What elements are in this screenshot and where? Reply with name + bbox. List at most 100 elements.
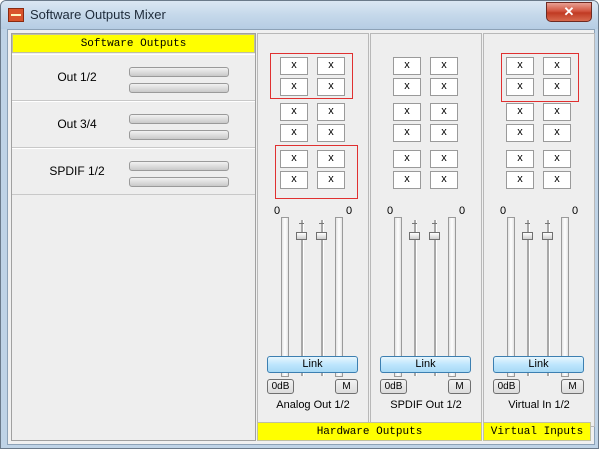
hardware-outputs-header: Hardware Outputs	[257, 422, 482, 441]
right-level-readout: 0	[346, 205, 353, 217]
mix-cell[interactable]: x	[317, 57, 345, 75]
mix-cell[interactable]: x	[393, 103, 421, 121]
fader-track-left	[527, 220, 530, 376]
title-bar[interactable]: Software Outputs Mixer ✕	[1, 1, 598, 29]
mix-cell[interactable]: x	[430, 171, 458, 189]
mix-cell[interactable]: x	[317, 124, 345, 142]
fader-tick	[412, 223, 417, 224]
mix-cell[interactable]: x	[543, 150, 571, 168]
left-level-meter	[281, 217, 289, 377]
virtual-inputs-header: Virtual Inputs	[483, 422, 591, 441]
app-icon	[8, 8, 24, 22]
mix-cell[interactable]: x	[430, 103, 458, 121]
mix-cell[interactable]: x	[280, 124, 308, 142]
fader-right[interactable]	[316, 232, 327, 240]
strip-spdif-out-1-2: x x x x x x x x x x x x 0 0 Link 0dB M S…	[370, 33, 482, 427]
output-label: Out 1/2	[57, 70, 97, 84]
mix-cell[interactable]: x	[430, 78, 458, 96]
mix-cell[interactable]: x	[543, 103, 571, 121]
fader-tick	[432, 223, 437, 224]
level-meter-left	[129, 114, 229, 124]
left-level-meter	[394, 217, 402, 377]
mix-cell[interactable]: x	[506, 103, 534, 121]
mix-cell[interactable]: x	[543, 124, 571, 142]
level-meter-left	[129, 161, 229, 171]
right-level-readout: 0	[572, 205, 579, 217]
mix-cell[interactable]: x	[280, 150, 308, 168]
mix-cell[interactable]: x	[393, 124, 421, 142]
fader-track-right	[321, 220, 324, 376]
fader-track-left	[414, 220, 417, 376]
mix-cell[interactable]: x	[393, 150, 421, 168]
mix-cell[interactable]: x	[317, 103, 345, 121]
mix-cell[interactable]: x	[430, 150, 458, 168]
mix-cell[interactable]: x	[280, 103, 308, 121]
mix-cell[interactable]: x	[506, 78, 534, 96]
link-button[interactable]: Link	[267, 356, 358, 373]
right-level-meter	[335, 217, 343, 377]
mix-cell[interactable]: x	[317, 150, 345, 168]
mute-button[interactable]: M	[335, 379, 358, 394]
close-button[interactable]: ✕	[546, 2, 592, 22]
mix-cell[interactable]: x	[506, 171, 534, 189]
left-level-meter	[507, 217, 515, 377]
client-area: Software Outputs Out 1/2 Out 3/4 SPDIF 1…	[7, 29, 595, 445]
right-level-meter	[448, 217, 456, 377]
left-level-readout: 0	[387, 205, 394, 217]
mix-cell[interactable]: x	[317, 78, 345, 96]
mixer-window: Software Outputs Mixer ✕ Software Output…	[0, 0, 599, 449]
mix-cell[interactable]: x	[280, 171, 308, 189]
mix-cell[interactable]: x	[430, 124, 458, 142]
window-title: Software Outputs Mixer	[30, 7, 166, 22]
left-level-readout: 0	[500, 205, 507, 217]
mix-cell[interactable]: x	[543, 171, 571, 189]
output-label: Out 3/4	[57, 117, 97, 131]
fader-tick	[525, 223, 530, 224]
link-button[interactable]: Link	[493, 356, 584, 373]
mix-cell[interactable]: x	[543, 78, 571, 96]
software-outputs-panel: Software Outputs Out 1/2 Out 3/4 SPDIF 1…	[11, 33, 256, 441]
strip-virtual-in-1-2: x x x x x x x x x x x x 0 0 Link 0dB M V…	[483, 33, 595, 427]
mix-cell[interactable]: x	[506, 150, 534, 168]
fader-left[interactable]	[296, 232, 307, 240]
mix-cell[interactable]: x	[430, 57, 458, 75]
level-meter-right	[129, 177, 229, 187]
link-button[interactable]: Link	[380, 356, 471, 373]
level-meter-right	[129, 83, 229, 93]
mix-cell[interactable]: x	[280, 78, 308, 96]
right-level-meter	[561, 217, 569, 377]
level-meter-right	[129, 130, 229, 140]
fader-tick	[299, 223, 304, 224]
output-row-out-1-2: Out 1/2	[12, 54, 255, 101]
0db-button[interactable]: 0dB	[493, 379, 520, 394]
mix-cell[interactable]: x	[506, 57, 534, 75]
strip-analog-out-1-2: x x x x x x x x x x x x 0 0 Link 0dB M A…	[257, 33, 369, 427]
mix-cell[interactable]: x	[393, 78, 421, 96]
mix-cell[interactable]: x	[543, 57, 571, 75]
left-level-readout: 0	[274, 205, 281, 217]
0db-button[interactable]: 0dB	[380, 379, 407, 394]
mix-cell[interactable]: x	[280, 57, 308, 75]
mix-cell[interactable]: x	[393, 57, 421, 75]
fader-tick	[545, 223, 550, 224]
mix-cell[interactable]: x	[317, 171, 345, 189]
strip-label: Virtual In 1/2	[508, 399, 570, 411]
fader-left[interactable]	[522, 232, 533, 240]
mix-cell[interactable]: x	[393, 171, 421, 189]
fader-left[interactable]	[409, 232, 420, 240]
mute-button[interactable]: M	[561, 379, 584, 394]
mute-button[interactable]: M	[448, 379, 471, 394]
strip-label: Analog Out 1/2	[276, 399, 350, 411]
output-label: SPDIF 1/2	[49, 164, 105, 178]
output-row-spdif-1-2: SPDIF 1/2	[12, 148, 255, 195]
mix-cell[interactable]: x	[506, 124, 534, 142]
fader-track-right	[434, 220, 437, 376]
fader-right[interactable]	[542, 232, 553, 240]
fader-right[interactable]	[429, 232, 440, 240]
output-row-out-3-4: Out 3/4	[12, 101, 255, 148]
strip-label: SPDIF Out 1/2	[390, 399, 462, 411]
fader-track-left	[301, 220, 304, 376]
right-level-readout: 0	[459, 205, 466, 217]
0db-button[interactable]: 0dB	[267, 379, 294, 394]
fader-track-right	[547, 220, 550, 376]
